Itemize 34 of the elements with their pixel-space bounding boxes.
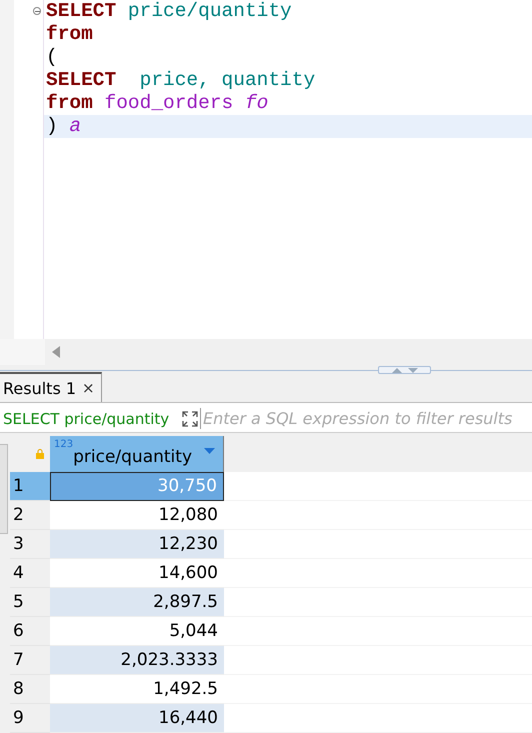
down-arrow-icon[interactable]	[408, 368, 418, 373]
results-tab[interactable]: Results 1 ×	[0, 372, 102, 402]
code-line: SELECT price, quantity	[45, 69, 316, 92]
row-number[interactable]: 3	[10, 530, 50, 559]
lock-icon	[36, 448, 44, 459]
code-line: (	[45, 46, 59, 69]
row-number[interactable]: 8	[10, 674, 50, 704]
table-cell[interactable]: 12,230	[50, 530, 224, 559]
collapse-icon[interactable]	[33, 7, 41, 15]
panel-sash[interactable]	[378, 366, 431, 374]
table-cell[interactable]: 2,023.3333	[50, 646, 224, 675]
query-text: SELECT price/quantity	[2, 410, 170, 428]
filter-field[interactable]: Enter a SQL expression to filter results	[200, 408, 532, 430]
row-number[interactable]: 5	[10, 588, 50, 617]
column-name: price/quantity	[73, 446, 192, 467]
up-arrow-icon[interactable]	[392, 368, 402, 373]
sort-caret-icon[interactable]	[204, 448, 215, 454]
type-label: 123	[54, 438, 74, 450]
expand-icon[interactable]	[182, 410, 198, 427]
side-panel-tab[interactable]	[0, 444, 8, 534]
code-line: SELECT price/quantity	[44, 0, 532, 23]
row-number[interactable]: 1	[10, 472, 50, 501]
code-line: from	[45, 23, 94, 46]
column-header[interactable]: 123 price/quantity	[50, 436, 224, 472]
row-number[interactable]: 9	[10, 704, 50, 733]
row-number[interactable]: 7	[10, 646, 50, 675]
close-icon[interactable]: ×	[82, 379, 95, 398]
code-line: from food_orders fo	[45, 92, 270, 115]
row-number[interactable]: 2	[10, 500, 50, 530]
table-cell[interactable]: 16,440	[50, 704, 224, 733]
row-number[interactable]: 4	[10, 558, 50, 588]
table-cell[interactable]: 2,897.5	[50, 588, 224, 617]
row-number[interactable]: 6	[10, 616, 50, 646]
scroll-left-icon[interactable]	[51, 346, 61, 358]
